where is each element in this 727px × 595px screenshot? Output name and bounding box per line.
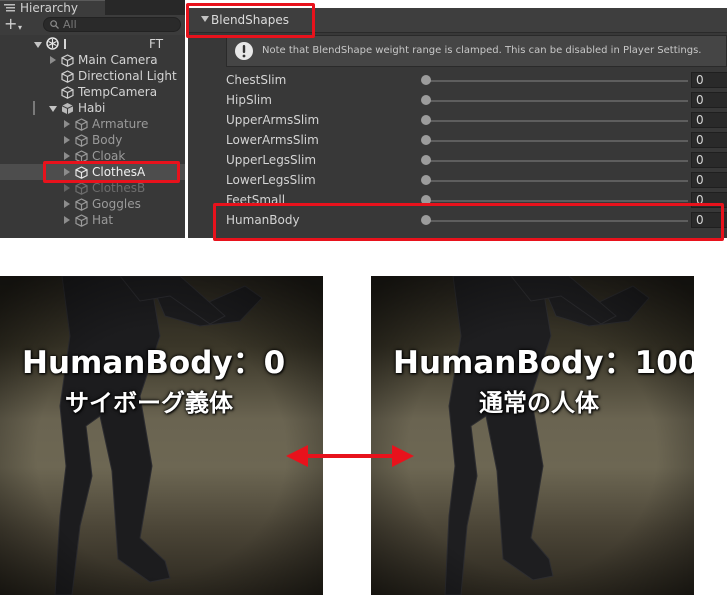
blendshape-row: LowerArmsSlim 0 — [188, 130, 727, 150]
gameobject-icon — [75, 182, 88, 195]
blendshape-row: ChestSlim 0 — [188, 70, 727, 90]
blendshape-name: HipSlim — [226, 93, 272, 107]
prefab-icon — [61, 103, 74, 115]
scene-name-suffix: FT — [149, 37, 164, 51]
gameobject-icon — [75, 134, 88, 147]
hierarchy-toolbar: + ▾ All — [0, 15, 185, 35]
blendshape-value-field[interactable]: 0 — [691, 112, 727, 128]
search-placeholder: All — [63, 18, 77, 31]
gameobject-icon — [61, 54, 74, 67]
hierarchy-item-label: Goggles — [92, 197, 141, 211]
expand-arrow-icon[interactable] — [64, 200, 70, 208]
double-arrow-icon — [286, 445, 414, 467]
expand-arrow-icon[interactable] — [49, 106, 57, 112]
gameobject-icon — [75, 214, 88, 227]
scene-row[interactable]: FT — [0, 36, 185, 52]
add-button[interactable]: + ▾ — [4, 16, 34, 33]
blendshape-value-field[interactable]: 0 — [691, 72, 727, 88]
hierarchy-item-habi[interactable]: Habi — [0, 100, 185, 116]
hierarchy-item-tempcamera[interactable]: TempCamera — [0, 84, 185, 100]
hierarchy-item-label: Hat — [92, 213, 114, 227]
blendshape-slider-handle[interactable] — [421, 155, 431, 165]
hierarchy-item-armature[interactable]: Armature — [0, 116, 185, 132]
notice-text: Note that BlendShape weight range is cla… — [262, 45, 702, 56]
render-cyborg-body: HumanBody：0 サイボーグ義体 — [0, 276, 323, 595]
blendshape-slider-track[interactable] — [426, 100, 688, 102]
blendshape-row: LowerLegsSlim 0 — [188, 170, 727, 190]
chevron-down-icon: ▾ — [18, 23, 23, 32]
blendshape-name: LowerLegsSlim — [226, 173, 316, 187]
blendshape-value-field[interactable]: 0 — [691, 132, 727, 148]
blendshape-value-field[interactable]: 0 — [691, 172, 727, 188]
blendshape-row: HipSlim 0 — [188, 90, 727, 110]
highlight-humanbody — [213, 203, 724, 241]
gameobject-icon — [61, 86, 74, 99]
hierarchy-tab-bar: Hierarchy — [0, 0, 185, 15]
prefab-override-marker — [33, 101, 35, 115]
hierarchy-item-hat[interactable]: Hat — [0, 212, 185, 228]
blendshape-name: ChestSlim — [226, 73, 287, 87]
gameobject-icon — [75, 198, 88, 211]
search-input[interactable]: All — [43, 17, 181, 32]
blendshape-slider-track[interactable] — [426, 140, 688, 142]
hierarchy-item-body[interactable]: Body — [0, 132, 185, 148]
blendshape-row: UpperArmsSlim 0 — [188, 110, 727, 130]
render-human-body: HumanBody：100 通常の人体 — [371, 276, 694, 595]
blendshape-slider-handle[interactable] — [421, 75, 431, 85]
scene-name-fragment — [64, 39, 66, 49]
blendshape-name: UpperArmsSlim — [226, 113, 320, 127]
blendshape-slider-track[interactable] — [426, 160, 688, 162]
character-figure — [0, 276, 323, 595]
hierarchy-item-main-camera[interactable]: Main Camera — [0, 52, 185, 68]
blendshape-slider-handle[interactable] — [421, 135, 431, 145]
hierarchy-item-label: Body — [92, 133, 123, 147]
character-figure — [371, 276, 694, 595]
hierarchy-tab-label: Hierarchy — [20, 1, 79, 15]
right-caption-title: HumanBody：100 — [393, 345, 694, 381]
hierarchy-item-label: TempCamera — [78, 85, 158, 99]
highlight-clothesa — [43, 161, 180, 183]
blendshape-slider-handle[interactable] — [421, 95, 431, 105]
hierarchy-item-label: Armature — [92, 117, 149, 131]
expand-arrow-icon[interactable] — [64, 152, 70, 160]
hierarchy-item-label: Habi — [78, 101, 106, 115]
hierarchy-tab[interactable]: Hierarchy — [0, 0, 105, 15]
blendshape-value-field[interactable]: 0 — [691, 152, 727, 168]
gameobject-icon — [61, 70, 74, 83]
blendshape-value-field[interactable]: 0 — [691, 92, 727, 108]
gameobject-icon — [75, 118, 88, 131]
unity-scene-icon — [46, 37, 59, 50]
expand-arrow-icon[interactable] — [64, 216, 70, 224]
blendshape-slider-track[interactable] — [426, 80, 688, 82]
expand-arrow-icon[interactable] — [34, 42, 42, 48]
list-icon — [4, 4, 15, 12]
expand-arrow-icon[interactable] — [64, 184, 70, 192]
blendshape-slider-track[interactable] — [426, 200, 688, 202]
blendshape-row: UpperLegsSlim 0 — [188, 150, 727, 170]
plus-icon: + — [4, 14, 18, 33]
left-caption-subtitle: サイボーグ義体 — [65, 389, 233, 417]
hierarchy-item-goggles[interactable]: Goggles — [0, 196, 185, 212]
left-caption-title: HumanBody：0 — [22, 345, 286, 381]
expand-arrow-icon[interactable] — [64, 136, 70, 144]
blendshape-slider-track[interactable] — [426, 180, 688, 182]
blendshape-name: LowerArmsSlim — [226, 133, 319, 147]
highlight-blendshapes — [186, 3, 315, 38]
expand-arrow-icon[interactable] — [64, 120, 70, 128]
info-icon — [235, 42, 253, 60]
expand-arrow-icon[interactable] — [50, 56, 56, 64]
hierarchy-item-directional-light[interactable]: Directional Light — [0, 68, 185, 84]
blendshape-slider-handle[interactable] — [421, 115, 431, 125]
blendshape-name: UpperLegsSlim — [226, 153, 317, 167]
hierarchy-item-label: Main Camera — [78, 53, 158, 67]
clamp-notice: Note that BlendShape weight range is cla… — [226, 35, 727, 67]
hierarchy-item-label: Directional Light — [78, 69, 177, 83]
right-caption-subtitle: 通常の人体 — [479, 389, 599, 417]
blendshape-slider-handle[interactable] — [421, 175, 431, 185]
blendshape-slider-track[interactable] — [426, 120, 688, 122]
hierarchy-panel: Hierarchy + ▾ All FT Main Camera Directi… — [0, 0, 185, 238]
search-icon — [50, 20, 59, 29]
